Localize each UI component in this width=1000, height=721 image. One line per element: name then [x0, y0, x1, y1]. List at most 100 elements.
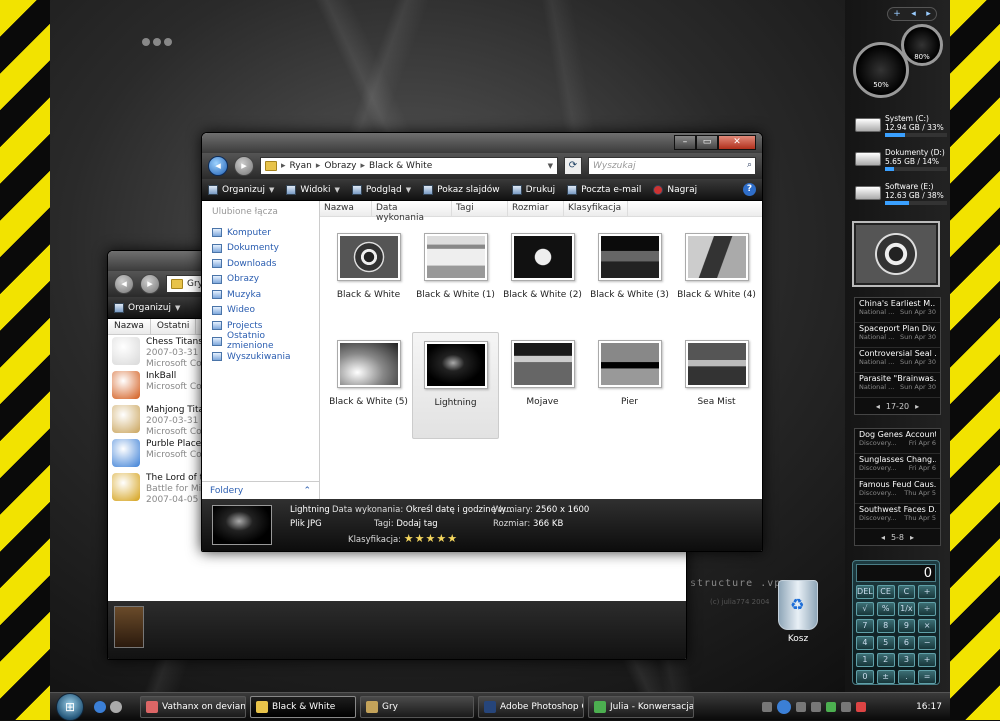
file-tile[interactable]: Lightning — [412, 332, 499, 439]
calc-key[interactable]: = — [918, 670, 936, 684]
file-tile[interactable]: Black & White (2) — [499, 225, 586, 332]
minimize-button[interactable]: – — [674, 135, 696, 150]
ie-icon[interactable] — [94, 701, 106, 713]
feed-headline[interactable]: Controversial Seal ... National ... Sun Ap… — [855, 348, 940, 373]
taskbar-button[interactable]: Adobe Photoshop C... — [478, 696, 584, 718]
feed-headline[interactable]: Dog Genes Account...Discovery...Fri Apr … — [855, 429, 940, 454]
file-tile[interactable]: Pier — [586, 332, 673, 439]
explorer-titlebar[interactable]: – ▭ ✕ — [202, 133, 762, 153]
file-tile[interactable]: Black & White (3) — [586, 225, 673, 332]
calc-key[interactable]: 3 — [897, 653, 916, 667]
games-organize-button[interactable]: Organizuj ▼ — [114, 302, 180, 313]
folders-toggle[interactable]: Foldery ⌃ — [202, 481, 319, 499]
taskbar-button[interactable]: Gry — [360, 696, 474, 718]
drive-meter[interactable]: Software (E:) 12.63 GB / 38% — [855, 182, 947, 212]
add-gadget-button[interactable]: + — [893, 9, 901, 19]
preview-button[interactable]: Podgląd ▼ — [351, 184, 411, 195]
clock[interactable]: 16:17 — [916, 702, 942, 712]
column-size[interactable]: Rozmiar — [508, 201, 564, 216]
recycle-bin-icon[interactable] — [778, 580, 818, 630]
messenger-icon[interactable] — [826, 702, 836, 712]
file-tile[interactable]: Black & White — [325, 225, 412, 332]
search-icon[interactable]: ⌕ — [747, 160, 752, 170]
file-tile[interactable]: Black & White (1) — [412, 225, 499, 332]
feed-headline[interactable]: Southwest Faces D... Discovery... Thu Apr … — [855, 504, 940, 529]
calc-key[interactable]: 2 — [876, 653, 895, 667]
calc-key[interactable]: C — [897, 585, 916, 599]
favorite-link-5[interactable]: Wideo — [202, 303, 319, 319]
burn-button[interactable]: Nagraj — [653, 184, 697, 195]
favorite-link-8[interactable]: Wyszukiwania — [202, 349, 319, 365]
calc-key[interactable]: % — [876, 602, 895, 616]
slideshow-gadget[interactable] — [852, 221, 940, 287]
maximize-button[interactable]: ▭ — [696, 135, 718, 150]
feed-headline[interactable]: Spaceport Plan Div... National ... Sun Apr… — [855, 323, 940, 348]
slideshow-button[interactable]: Pokaz slajdów — [423, 184, 500, 195]
calc-key[interactable]: 5 — [876, 636, 895, 650]
favorite-link-7[interactable]: Ostatnio zmienione — [202, 331, 319, 351]
column-rating[interactable]: Klasyfikacja — [564, 201, 628, 216]
back-arrow-icon[interactable]: ◂ — [114, 274, 134, 294]
calc-key[interactable]: 9 — [897, 619, 916, 633]
column-date-taken[interactable]: Data wykonania — [372, 201, 452, 223]
games-col-last[interactable]: Ostatni — [151, 319, 197, 334]
feed-headline[interactable]: Famous Feud Caus... Discovery... Thu Apr 5 — [855, 479, 940, 504]
calc-key[interactable]: 1 — [856, 653, 874, 667]
breadcrumb-black-white[interactable]: Black & White — [369, 161, 432, 171]
calc-key[interactable]: 0 — [856, 670, 874, 684]
calc-key[interactable]: 8 — [876, 619, 895, 633]
favorite-link-0[interactable]: Komputer — [202, 225, 319, 241]
help-icon[interactable]: ? — [743, 183, 756, 196]
prev-arrow-icon[interactable]: ◂ — [876, 402, 880, 411]
drive-meter[interactable]: Dokumenty (D:) 5.65 GB / 14% — [855, 148, 947, 178]
file-tile[interactable]: Black & White (4) — [673, 225, 760, 332]
favorite-link-3[interactable]: Obrazy — [202, 272, 319, 288]
volume-icon[interactable] — [811, 702, 821, 712]
back-arrow-icon[interactable]: ◂ — [208, 156, 228, 176]
calc-key[interactable]: + — [918, 585, 936, 599]
file-tile[interactable]: Sea Mist — [673, 332, 760, 439]
breadcrumb-ryan[interactable]: Ryan — [290, 161, 312, 171]
calc-key[interactable]: 6 — [897, 636, 916, 650]
column-tags[interactable]: Tagi — [452, 201, 508, 216]
taskbar-button[interactable]: Black & White — [250, 696, 356, 718]
calc-key[interactable]: − — [918, 636, 936, 650]
explorer-window[interactable]: – ▭ ✕ ◂ ▸ ▸ Ryan ▸ Obrazy ▸ Black & Whit… — [201, 132, 763, 552]
calc-key[interactable]: ÷ — [918, 602, 936, 616]
media-next-icon[interactable] — [796, 702, 806, 712]
favorite-link-4[interactable]: Muzyka — [202, 287, 319, 303]
organize-button[interactable]: Organizuj ▼ — [208, 184, 274, 195]
prev-arrow-icon[interactable]: ◂ — [881, 533, 885, 542]
taskbar-button[interactable]: Vathanx on deviant... — [140, 696, 246, 718]
favorite-link-1[interactable]: Dokumenty — [202, 241, 319, 257]
breadcrumb-obrazy[interactable]: Obrazy — [324, 161, 356, 171]
search-input[interactable]: Wyszukaj ⌕ — [588, 157, 756, 175]
network-icon[interactable] — [841, 702, 851, 712]
file-tile[interactable]: Mojave — [499, 332, 586, 439]
file-tile[interactable]: Black & White (5) — [325, 332, 412, 439]
drive-meter[interactable]: System (C:) 12.94 GB / 33% — [855, 114, 947, 144]
feed-headline[interactable]: Sunglasses Chang... Discovery... Fri Apr 6 — [855, 454, 940, 479]
calc-key[interactable]: 7 — [856, 619, 874, 633]
calc-key[interactable]: √ — [856, 602, 874, 616]
taskbar-button[interactable]: Julia - Konwersacja — [588, 696, 694, 718]
media-play-icon[interactable] — [777, 700, 791, 714]
next-arrow-icon[interactable]: ▸ — [915, 402, 919, 411]
prev-gadgets-button[interactable]: ◂ — [911, 9, 916, 19]
forward-arrow-icon[interactable]: ▸ — [140, 274, 160, 294]
calc-key[interactable]: ± — [876, 670, 895, 684]
next-arrow-icon[interactable]: ▸ — [910, 533, 914, 542]
next-gadgets-button[interactable]: ▸ — [926, 9, 931, 19]
favorite-link-2[interactable]: Downloads — [202, 256, 319, 272]
recycle-bin[interactable]: Kosz — [768, 580, 828, 644]
calc-key[interactable]: . — [897, 670, 916, 684]
calc-key[interactable]: CE — [876, 585, 895, 599]
close-button[interactable]: ✕ — [718, 135, 756, 150]
views-button[interactable]: Widoki ▼ — [286, 184, 340, 195]
rating-stars[interactable]: ★★★★★ — [404, 532, 458, 545]
forward-arrow-icon[interactable]: ▸ — [234, 156, 254, 176]
calc-key[interactable]: × — [918, 619, 936, 633]
media-prev-icon[interactable] — [762, 702, 772, 712]
games-col-name[interactable]: Nazwa — [108, 319, 151, 334]
feed-headline[interactable]: China's Earliest M... National ... Sun Apr… — [855, 298, 940, 323]
